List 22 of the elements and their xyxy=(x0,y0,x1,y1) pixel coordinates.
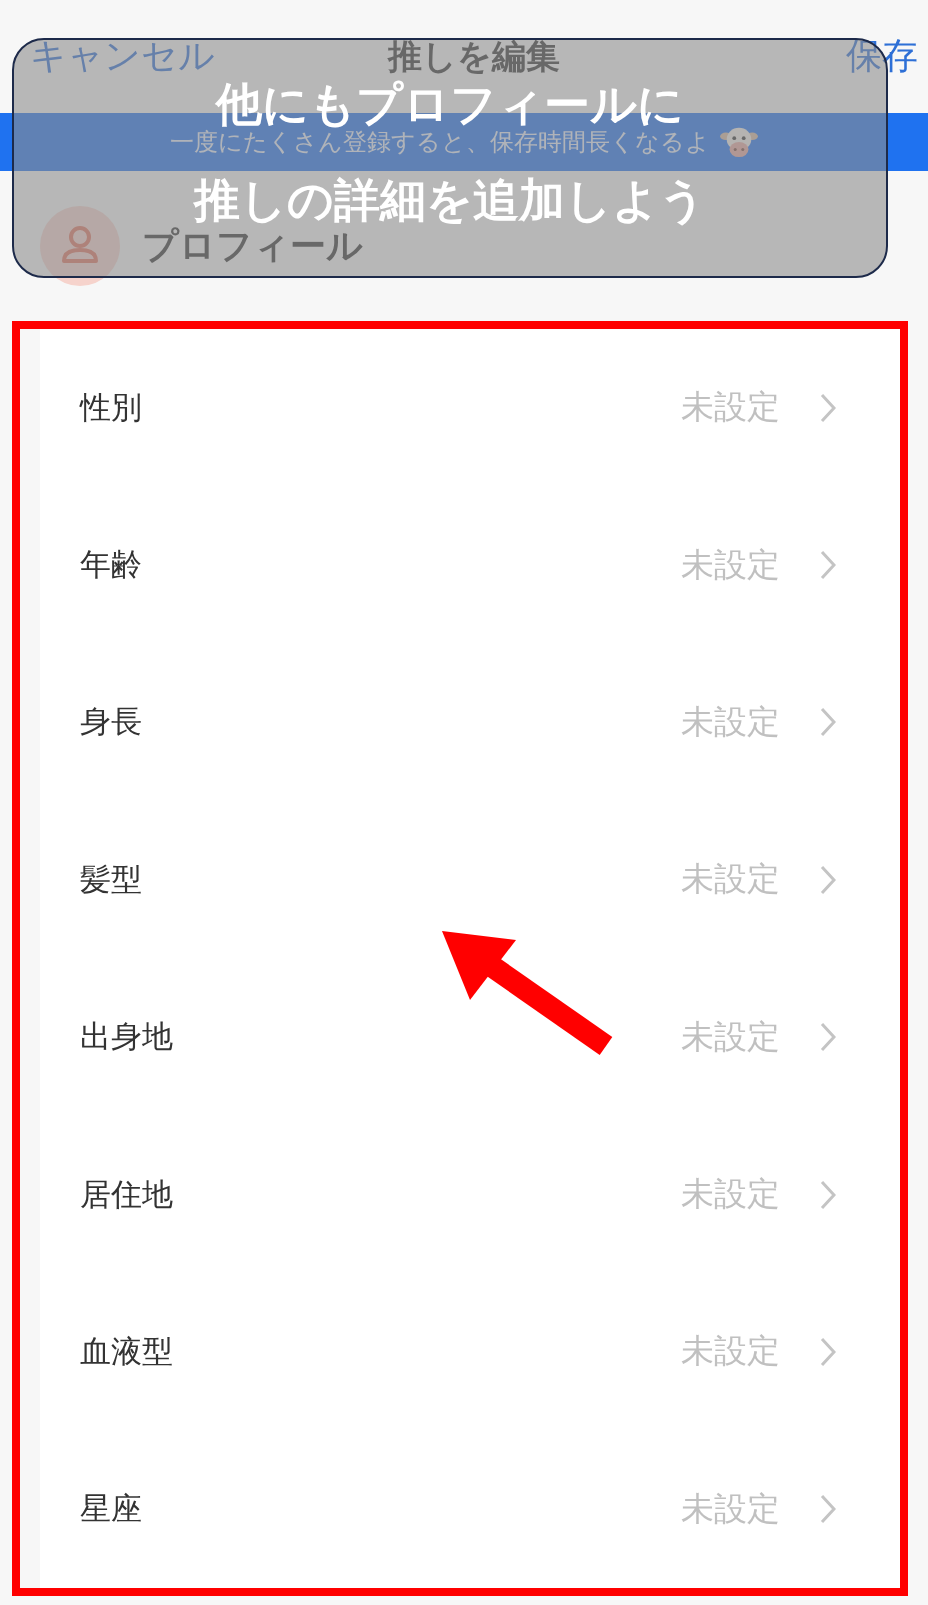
screen-title: 推しを編集 xyxy=(388,34,560,78)
chevron-icon xyxy=(820,1022,836,1053)
profile-row[interactable]: 出身地 未設定 xyxy=(40,958,900,1116)
chevron-icon xyxy=(820,1336,836,1367)
profile-row[interactable]: 髪型 未設定 xyxy=(40,801,900,959)
profile-row[interactable]: 星座 未設定 xyxy=(40,1430,900,1588)
profile-row[interactable]: 居住地 未設定 xyxy=(40,1115,900,1274)
chevron-icon xyxy=(820,707,836,738)
save-button[interactable]: 保存 xyxy=(846,32,918,81)
chevron-icon xyxy=(820,550,836,581)
profile-row[interactable]: 身長 未設定 xyxy=(40,643,900,802)
profile-row[interactable]: 性別 未設定 xyxy=(40,329,900,487)
chevron-icon xyxy=(820,1494,836,1525)
chevron-icon xyxy=(820,392,836,423)
chevron-icon xyxy=(820,864,836,895)
profile-row[interactable]: 年齢 未設定 xyxy=(40,486,900,644)
section-title: プロフィール xyxy=(142,224,363,268)
chevron-icon xyxy=(820,1179,836,1210)
person-icon xyxy=(40,206,120,286)
profile-row[interactable]: 血液型 未設定 xyxy=(40,1273,900,1431)
notice-text: 一度にたくさん登録すると、保存時間長くなるよ xyxy=(170,128,710,158)
cow-face-icon xyxy=(720,125,758,159)
